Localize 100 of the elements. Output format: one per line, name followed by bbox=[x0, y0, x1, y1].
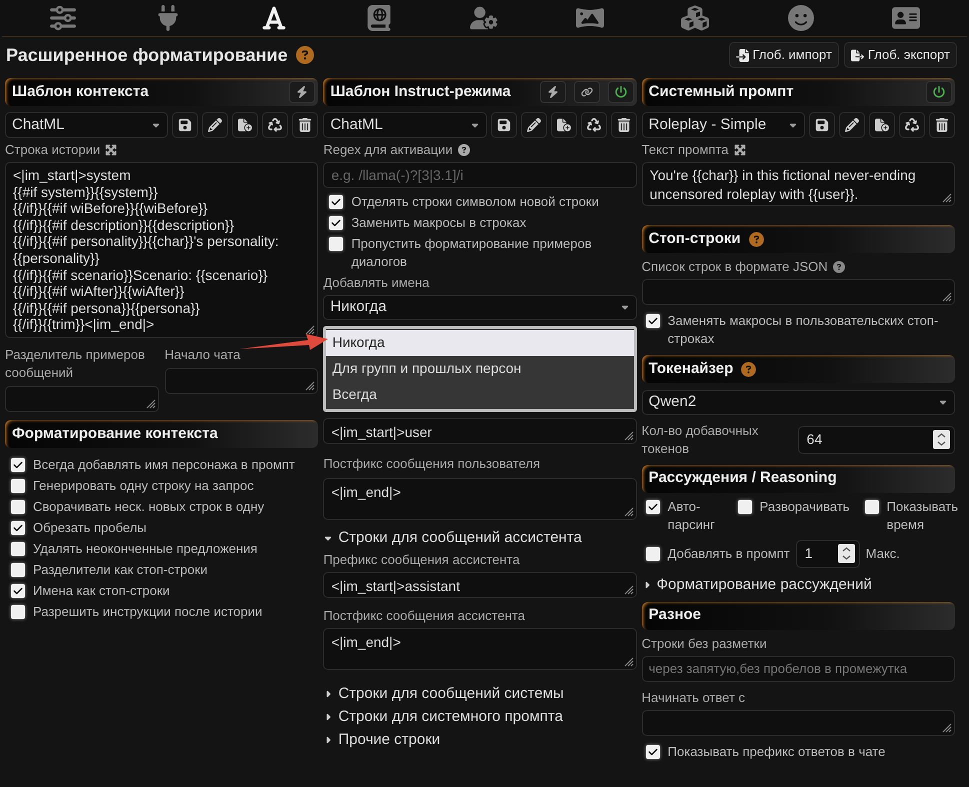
text-area[interactable]: <|im_start|>system {{#if system}}{{system}} {{/if}}{{#if wiBefore}}{{wiBefore}} {{/if}}{{#if description}}{{description}} {{/if}}{{#if personality}}{{char}}'s personality: {{personality}} {{/if}}{{#if scenario}}Scenario: {{scenario}} {{/if}}{{#if wiAfter}}{{wiAfter}} {{/if}}{{#if persona}}{{persona}} {{/if}}{{trim}}<|im_end|> bbox=[5, 162, 318, 338]
checkbox[interactable] bbox=[11, 520, 25, 535]
checkbox[interactable] bbox=[864, 500, 879, 514]
restore-button[interactable] bbox=[899, 112, 925, 138]
bolt-button[interactable] bbox=[540, 81, 566, 103]
checkbox[interactable] bbox=[11, 542, 25, 556]
import-button[interactable]: Глоб. импорт bbox=[728, 42, 839, 68]
preset-select[interactable]: ChatML bbox=[323, 112, 487, 138]
pencil-icon bbox=[208, 118, 222, 132]
section-toggle[interactable]: Форматирование рассуждений bbox=[656, 574, 872, 594]
checkbox[interactable] bbox=[11, 562, 25, 577]
rename-button[interactable] bbox=[202, 112, 228, 138]
bolt-button[interactable] bbox=[289, 81, 316, 103]
input-field[interactable]: e.g. /llama(-)?[3|3.1]/i bbox=[323, 162, 637, 188]
text-area[interactable]: <|im_start|>assistant bbox=[323, 572, 637, 598]
page-title: Расширенное форматирование bbox=[6, 44, 288, 67]
user-gear-icon[interactable] bbox=[470, 5, 498, 31]
cubes-icon[interactable] bbox=[681, 5, 710, 31]
checkbox[interactable] bbox=[646, 744, 660, 758]
expand-icon[interactable] bbox=[734, 144, 746, 156]
menu-option[interactable]: Никогда bbox=[326, 330, 634, 356]
checkbox[interactable] bbox=[11, 604, 25, 619]
number-input[interactable]: 64 bbox=[798, 426, 955, 454]
save-button[interactable] bbox=[490, 112, 517, 138]
checkbox[interactable] bbox=[329, 216, 344, 230]
tokenizer-select[interactable]: Qwen2 bbox=[642, 390, 955, 414]
text-area[interactable]: <|im_end|> bbox=[323, 628, 637, 670]
preset-select[interactable]: Roleplay - Simple bbox=[642, 112, 805, 138]
help-icon[interactable] bbox=[458, 144, 470, 156]
restore-button[interactable] bbox=[262, 112, 288, 138]
rename-button[interactable] bbox=[520, 112, 547, 138]
text-area[interactable]: You're {{char}} in this fictional never-ending uncensored roleplay with {{user}}. bbox=[642, 162, 955, 206]
help-icon[interactable] bbox=[832, 261, 845, 273]
checkbox[interactable] bbox=[329, 195, 344, 209]
save-button[interactable] bbox=[809, 112, 835, 138]
power-button[interactable] bbox=[926, 81, 952, 103]
spinner-arrows-icon[interactable] bbox=[838, 544, 855, 563]
file-plus-icon bbox=[556, 118, 571, 132]
spinner-arrows-icon[interactable] bbox=[933, 430, 950, 449]
resize-grip-icon bbox=[624, 430, 634, 440]
checkbox[interactable] bbox=[11, 478, 25, 493]
check-icon bbox=[648, 316, 658, 326]
delete-button[interactable] bbox=[929, 112, 955, 138]
section-title: Токенайзер bbox=[648, 358, 734, 379]
field-label: Текст промпта bbox=[642, 141, 729, 159]
checkbox[interactable] bbox=[11, 458, 25, 472]
field-label: Кол-во добавочных токенов bbox=[642, 422, 760, 458]
checkbox[interactable] bbox=[646, 314, 660, 328]
checkbox-label: Имена как стоп-строки bbox=[33, 582, 170, 600]
checkbox[interactable] bbox=[646, 500, 660, 514]
link-button[interactable] bbox=[574, 81, 600, 103]
section-title: Форматирование контекста bbox=[12, 424, 218, 444]
checkbox[interactable] bbox=[329, 237, 344, 251]
field-label: Добавлять имена bbox=[323, 274, 430, 292]
restore-button[interactable] bbox=[580, 112, 607, 138]
menu-option[interactable]: Всегда bbox=[326, 382, 634, 408]
section-title: Шаблон контекста bbox=[12, 82, 149, 102]
expand-icon[interactable] bbox=[105, 144, 118, 156]
power-button[interactable] bbox=[608, 81, 634, 103]
text-area[interactable]: <|im_end|> bbox=[323, 478, 637, 520]
new-file-button[interactable] bbox=[232, 112, 258, 138]
checkbox-label: Показывать префикс ответов в чате bbox=[668, 742, 886, 760]
new-file-button[interactable] bbox=[550, 112, 577, 138]
resize-grip-icon bbox=[942, 292, 952, 302]
landscape-icon[interactable] bbox=[576, 5, 604, 31]
checkbox[interactable] bbox=[11, 500, 25, 514]
number-input[interactable]: 1 bbox=[796, 540, 860, 568]
names-select[interactable]: Никогда bbox=[323, 295, 637, 320]
input-field[interactable]: через запятую,без пробелов в промежутка bbox=[642, 656, 955, 682]
preset-select[interactable]: ChatML bbox=[5, 112, 168, 138]
section-toggle[interactable]: Прочие строки bbox=[338, 730, 440, 750]
file-import-icon bbox=[736, 48, 749, 62]
rename-button[interactable] bbox=[839, 112, 865, 138]
export-button[interactable]: Глоб. экспорт bbox=[844, 42, 957, 68]
checkbox[interactable] bbox=[646, 546, 660, 560]
field-label: Префикс сообщения ассистента bbox=[323, 550, 520, 568]
help-icon[interactable] bbox=[748, 232, 764, 246]
checkbox-label: Генерировать одну строку на запрос bbox=[33, 476, 254, 495]
checkbox-label: Удалять неоконченные предложения bbox=[33, 540, 258, 558]
help-icon[interactable] bbox=[296, 46, 314, 64]
save-button[interactable] bbox=[172, 112, 198, 138]
smiley-icon[interactable] bbox=[786, 5, 815, 31]
checkbox[interactable] bbox=[11, 584, 25, 598]
checkbox[interactable] bbox=[738, 500, 752, 514]
id-card-icon[interactable] bbox=[892, 5, 920, 31]
delete-button[interactable] bbox=[292, 112, 318, 138]
field-label: Постфикс сообщения пользователя bbox=[323, 454, 540, 472]
menu-option[interactable]: Для групп и прошлых персон bbox=[326, 356, 634, 382]
section-toggle[interactable]: Строки для сообщений системы bbox=[338, 684, 564, 704]
text-area[interactable]: <|im_start|>user bbox=[323, 418, 637, 444]
font-icon[interactable] bbox=[260, 5, 288, 31]
book-globe-icon[interactable] bbox=[365, 5, 394, 31]
power-icon bbox=[933, 86, 945, 98]
new-file-button[interactable] bbox=[869, 112, 895, 138]
resize-grip-icon bbox=[305, 380, 316, 391]
sliders-icon[interactable] bbox=[48, 5, 77, 31]
section-toggle[interactable]: Строки для сообщений ассистента bbox=[338, 528, 582, 548]
help-icon[interactable] bbox=[741, 362, 756, 376]
delete-button[interactable] bbox=[610, 112, 637, 138]
section-toggle[interactable]: Строки для системного промпта bbox=[338, 706, 563, 726]
